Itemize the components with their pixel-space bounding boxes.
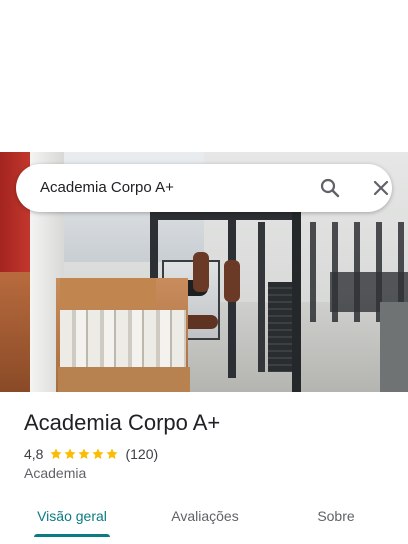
place-category: Academia — [24, 465, 87, 481]
photo-machine-pad — [224, 260, 240, 302]
search-query[interactable]: Academia Corpo A+ — [40, 179, 174, 196]
star-icon — [49, 447, 63, 461]
photo-papers — [60, 310, 186, 368]
photo-machine-post — [258, 222, 265, 372]
star-icon — [63, 447, 77, 461]
tab-overview[interactable]: Visão geral — [24, 496, 120, 536]
photo-grey-machine — [380, 302, 408, 392]
active-tab-indicator — [34, 534, 110, 537]
star-rating — [49, 447, 119, 461]
close-icon[interactable] — [369, 176, 393, 200]
review-count[interactable]: (120) — [125, 446, 158, 462]
rating-row[interactable]: 4,8 (120) — [24, 445, 158, 463]
photo-stand-front — [58, 367, 190, 392]
star-icon — [105, 447, 119, 461]
search-bar[interactable]: Academia Corpo A+ — [16, 164, 392, 212]
tab-reviews[interactable]: Avaliações — [150, 496, 260, 536]
photo-wood-panel — [0, 272, 34, 392]
star-icon — [77, 447, 91, 461]
photo-stand-top — [60, 278, 156, 308]
star-icon — [91, 447, 105, 461]
tab-about[interactable]: Sobre — [300, 496, 372, 536]
place-details-screen: Academia Corpo A+ Academia Corpo A+ 4,8 … — [0, 0, 408, 544]
place-title: Academia Corpo A+ — [24, 410, 221, 435]
rating-value: 4,8 — [24, 446, 44, 462]
photo-weight-stack — [268, 282, 292, 372]
photo-machine-frame — [150, 212, 300, 220]
photo-machine-pad — [193, 252, 209, 292]
photo-machine-post — [292, 210, 301, 392]
tab-bar: Visão geral Avaliações Sobre — [0, 496, 408, 544]
search-icon[interactable] — [318, 176, 342, 200]
